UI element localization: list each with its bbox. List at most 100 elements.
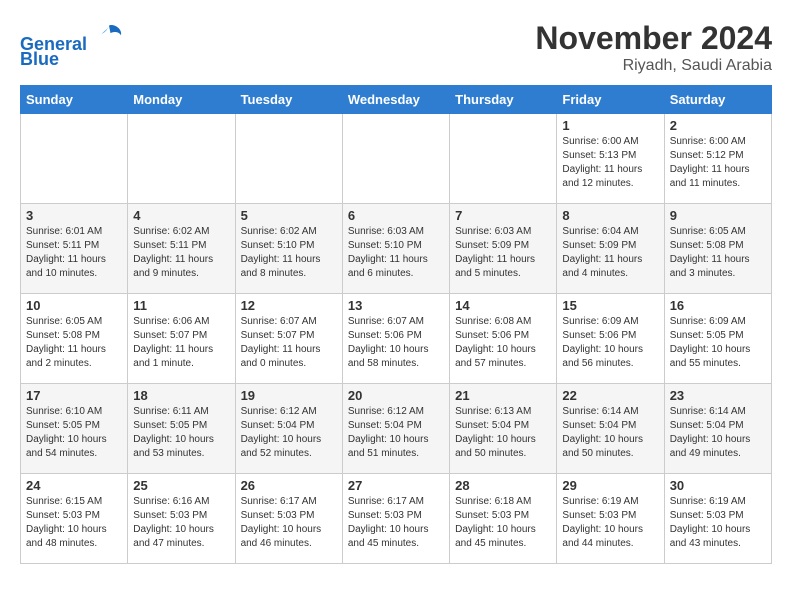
- title-block: November 2024 Riyadh, Saudi Arabia: [535, 20, 772, 75]
- day-number: 11: [133, 298, 229, 313]
- day-info: Sunrise: 6:05 AM Sunset: 5:08 PM Dayligh…: [670, 225, 766, 281]
- calendar-cell: 4 Sunrise: 6:02 AM Sunset: 5:11 PM Daylig…: [128, 204, 235, 294]
- day-number: 2: [670, 118, 766, 133]
- day-number: 15: [562, 298, 658, 313]
- weekday-header-friday: Friday: [557, 86, 664, 114]
- day-info: Sunrise: 6:10 AM Sunset: 5:05 PM Dayligh…: [26, 405, 122, 461]
- day-info: Sunrise: 6:06 AM Sunset: 5:07 PM Dayligh…: [133, 315, 229, 371]
- location: Riyadh, Saudi Arabia: [535, 57, 772, 75]
- calendar-week-row: 24 Sunrise: 6:15 AM Sunset: 5:03 PM Dayli…: [21, 474, 772, 564]
- day-number: 27: [348, 478, 444, 493]
- logo: General Blue: [20, 20, 124, 70]
- day-info: Sunrise: 6:04 AM Sunset: 5:09 PM Dayligh…: [562, 225, 658, 281]
- day-number: 20: [348, 388, 444, 403]
- calendar-cell: [128, 114, 235, 204]
- calendar-cell: 24 Sunrise: 6:15 AM Sunset: 5:03 PM Dayli…: [21, 474, 128, 564]
- calendar-week-row: 3Sunrise: 6:01 AM Sunset: 5:11 PM Daylig…: [21, 204, 772, 294]
- calendar-cell: 2 Sunrise: 6:00 AM Sunset: 5:12 PM Daylig…: [664, 114, 771, 204]
- weekday-header-row: SundayMondayTuesdayWednesdayThursdayFrid…: [21, 86, 772, 114]
- calendar-cell: 13 Sunrise: 6:07 AM Sunset: 5:06 PM Dayli…: [342, 294, 449, 384]
- calendar-week-row: 1 Sunrise: 6:00 AM Sunset: 5:13 PM Daylig…: [21, 114, 772, 204]
- day-info: Sunrise: 6:00 AM Sunset: 5:13 PM Dayligh…: [562, 135, 658, 191]
- day-number: 10: [26, 298, 122, 313]
- calendar-cell: 9 Sunrise: 6:05 AM Sunset: 5:08 PM Daylig…: [664, 204, 771, 294]
- day-number: 22: [562, 388, 658, 403]
- day-number: 5: [241, 208, 337, 223]
- weekday-header-tuesday: Tuesday: [235, 86, 342, 114]
- calendar-cell: 7Sunrise: 6:03 AM Sunset: 5:09 PM Daylig…: [450, 204, 557, 294]
- calendar-cell: 22 Sunrise: 6:14 AM Sunset: 5:04 PM Dayli…: [557, 384, 664, 474]
- day-info: Sunrise: 6:03 AM Sunset: 5:10 PM Dayligh…: [348, 225, 444, 281]
- day-info: Sunrise: 6:14 AM Sunset: 5:04 PM Dayligh…: [562, 405, 658, 461]
- day-number: 13: [348, 298, 444, 313]
- calendar-cell: 10Sunrise: 6:05 AM Sunset: 5:08 PM Dayli…: [21, 294, 128, 384]
- calendar-cell: [21, 114, 128, 204]
- calendar-cell: [235, 114, 342, 204]
- calendar-cell: 11 Sunrise: 6:06 AM Sunset: 5:07 PM Dayli…: [128, 294, 235, 384]
- calendar-cell: 12 Sunrise: 6:07 AM Sunset: 5:07 PM Dayli…: [235, 294, 342, 384]
- day-number: 21: [455, 388, 551, 403]
- calendar-cell: 18Sunrise: 6:11 AM Sunset: 5:05 PM Dayli…: [128, 384, 235, 474]
- calendar-cell: 8Sunrise: 6:04 AM Sunset: 5:09 PM Daylig…: [557, 204, 664, 294]
- day-number: 23: [670, 388, 766, 403]
- calendar-cell: 19 Sunrise: 6:12 AM Sunset: 5:04 PM Dayli…: [235, 384, 342, 474]
- calendar-cell: 3Sunrise: 6:01 AM Sunset: 5:11 PM Daylig…: [21, 204, 128, 294]
- day-number: 12: [241, 298, 337, 313]
- day-number: 1: [562, 118, 658, 133]
- weekday-header-monday: Monday: [128, 86, 235, 114]
- day-info: Sunrise: 6:19 AM Sunset: 5:03 PM Dayligh…: [670, 495, 766, 551]
- weekday-header-sunday: Sunday: [21, 86, 128, 114]
- calendar-cell: 15Sunrise: 6:09 AM Sunset: 5:06 PM Dayli…: [557, 294, 664, 384]
- day-info: Sunrise: 6:12 AM Sunset: 5:04 PM Dayligh…: [241, 405, 337, 461]
- day-number: 30: [670, 478, 766, 493]
- day-info: Sunrise: 6:13 AM Sunset: 5:04 PM Dayligh…: [455, 405, 551, 461]
- weekday-header-wednesday: Wednesday: [342, 86, 449, 114]
- calendar-cell: 21 Sunrise: 6:13 AM Sunset: 5:04 PM Dayli…: [450, 384, 557, 474]
- calendar-cell: 1 Sunrise: 6:00 AM Sunset: 5:13 PM Daylig…: [557, 114, 664, 204]
- day-info: Sunrise: 6:00 AM Sunset: 5:12 PM Dayligh…: [670, 135, 766, 191]
- calendar-cell: 16 Sunrise: 6:09 AM Sunset: 5:05 PM Dayli…: [664, 294, 771, 384]
- day-info: Sunrise: 6:02 AM Sunset: 5:10 PM Dayligh…: [241, 225, 337, 281]
- day-number: 19: [241, 388, 337, 403]
- calendar-cell: 29Sunrise: 6:19 AM Sunset: 5:03 PM Dayli…: [557, 474, 664, 564]
- day-number: 24: [26, 478, 122, 493]
- day-number: 17: [26, 388, 122, 403]
- calendar-week-row: 17 Sunrise: 6:10 AM Sunset: 5:05 PM Dayli…: [21, 384, 772, 474]
- calendar-cell: 6 Sunrise: 6:03 AM Sunset: 5:10 PM Daylig…: [342, 204, 449, 294]
- day-number: 3: [26, 208, 122, 223]
- day-info: Sunrise: 6:03 AM Sunset: 5:09 PM Dayligh…: [455, 225, 551, 281]
- calendar-cell: 26 Sunrise: 6:17 AM Sunset: 5:03 PM Dayli…: [235, 474, 342, 564]
- day-number: 16: [670, 298, 766, 313]
- calendar-cell: 5 Sunrise: 6:02 AM Sunset: 5:10 PM Daylig…: [235, 204, 342, 294]
- day-number: 6: [348, 208, 444, 223]
- day-number: 4: [133, 208, 229, 223]
- day-info: Sunrise: 6:16 AM Sunset: 5:03 PM Dayligh…: [133, 495, 229, 551]
- day-info: Sunrise: 6:18 AM Sunset: 5:03 PM Dayligh…: [455, 495, 551, 551]
- day-info: Sunrise: 6:07 AM Sunset: 5:07 PM Dayligh…: [241, 315, 337, 371]
- calendar-cell: 20 Sunrise: 6:12 AM Sunset: 5:04 PM Dayli…: [342, 384, 449, 474]
- day-info: Sunrise: 6:11 AM Sunset: 5:05 PM Dayligh…: [133, 405, 229, 461]
- calendar-cell: [450, 114, 557, 204]
- day-info: Sunrise: 6:17 AM Sunset: 5:03 PM Dayligh…: [241, 495, 337, 551]
- day-info: Sunrise: 6:15 AM Sunset: 5:03 PM Dayligh…: [26, 495, 122, 551]
- day-info: Sunrise: 6:09 AM Sunset: 5:05 PM Dayligh…: [670, 315, 766, 371]
- calendar-cell: 17 Sunrise: 6:10 AM Sunset: 5:05 PM Dayli…: [21, 384, 128, 474]
- calendar-cell: 27Sunrise: 6:17 AM Sunset: 5:03 PM Dayli…: [342, 474, 449, 564]
- day-info: Sunrise: 6:07 AM Sunset: 5:06 PM Dayligh…: [348, 315, 444, 371]
- day-number: 25: [133, 478, 229, 493]
- calendar-cell: 14 Sunrise: 6:08 AM Sunset: 5:06 PM Dayli…: [450, 294, 557, 384]
- day-number: 26: [241, 478, 337, 493]
- day-info: Sunrise: 6:08 AM Sunset: 5:06 PM Dayligh…: [455, 315, 551, 371]
- day-number: 9: [670, 208, 766, 223]
- day-info: Sunrise: 6:12 AM Sunset: 5:04 PM Dayligh…: [348, 405, 444, 461]
- weekday-header-saturday: Saturday: [664, 86, 771, 114]
- day-info: Sunrise: 6:02 AM Sunset: 5:11 PM Dayligh…: [133, 225, 229, 281]
- day-number: 14: [455, 298, 551, 313]
- calendar-table: SundayMondayTuesdayWednesdayThursdayFrid…: [20, 85, 772, 564]
- calendar-cell: 25 Sunrise: 6:16 AM Sunset: 5:03 PM Dayli…: [128, 474, 235, 564]
- page-header: General Blue November 2024 Riyadh, Saudi…: [20, 20, 772, 75]
- weekday-header-thursday: Thursday: [450, 86, 557, 114]
- logo-bird-icon: [94, 20, 124, 50]
- calendar-cell: 30 Sunrise: 6:19 AM Sunset: 5:03 PM Dayli…: [664, 474, 771, 564]
- calendar-cell: [342, 114, 449, 204]
